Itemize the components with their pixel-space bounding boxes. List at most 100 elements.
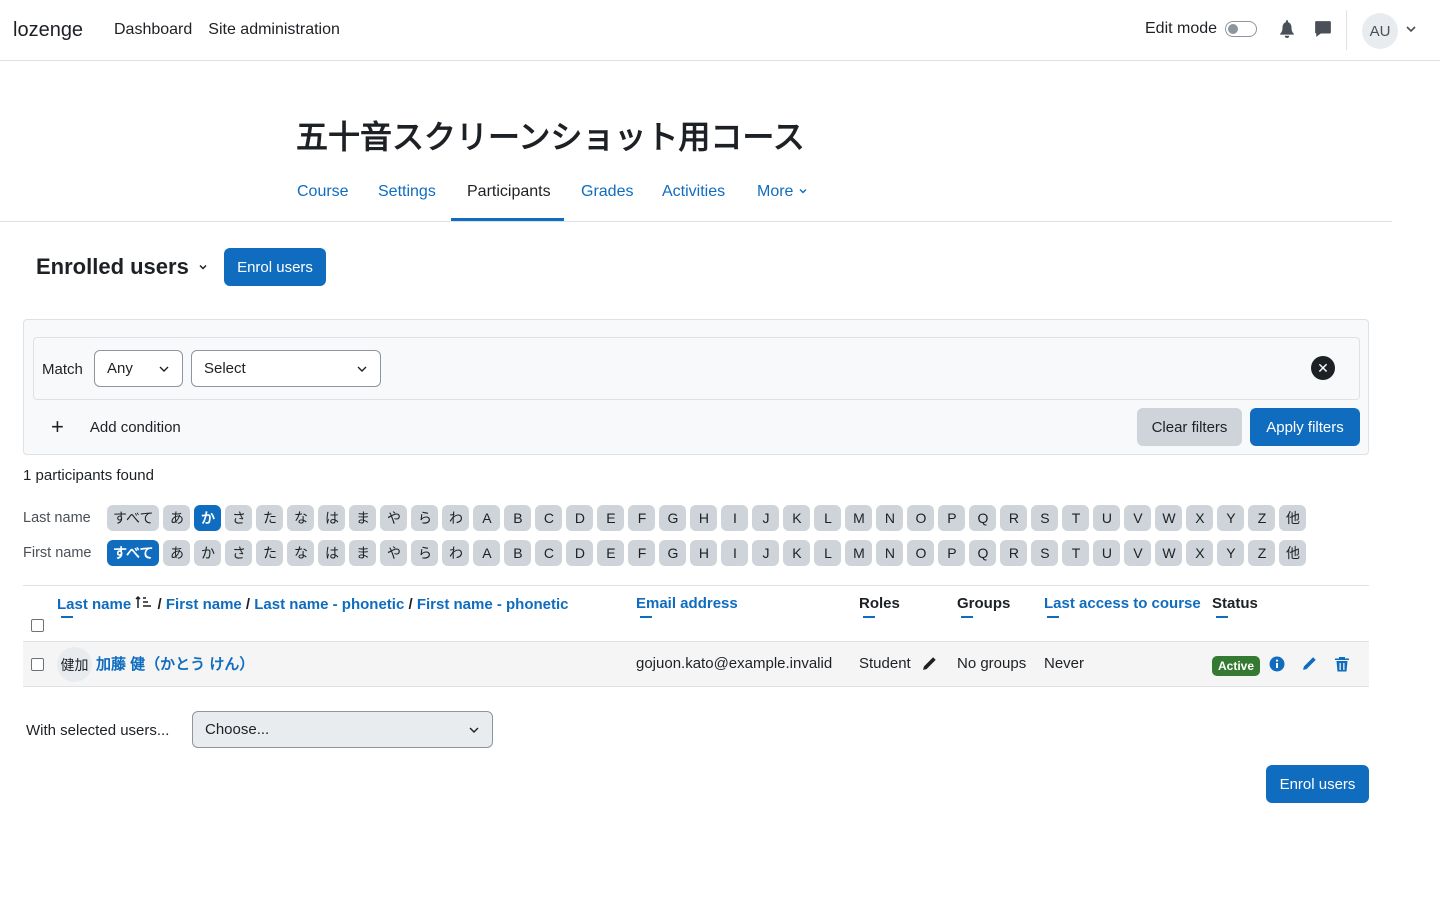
user-avatar-menu[interactable]: AU — [1362, 13, 1398, 49]
nav-dashboard[interactable]: Dashboard — [114, 21, 192, 39]
collapse-column-icon[interactable] — [61, 616, 73, 618]
sort-ascending-icon[interactable] — [135, 595, 153, 609]
first-name-initial-button[interactable]: D — [566, 540, 594, 566]
first-name-initial-button[interactable]: B — [504, 540, 532, 566]
chevron-down-icon[interactable] — [1404, 22, 1418, 36]
clear-filters-button[interactable]: Clear filters — [1137, 408, 1242, 446]
site-brand[interactable]: lozenge — [13, 19, 83, 42]
first-name-initial-button[interactable]: L — [814, 540, 842, 566]
edit-roles-pencil-icon[interactable] — [921, 656, 937, 672]
nav-site-administration[interactable]: Site administration — [208, 21, 340, 39]
sort-first-name[interactable]: First name — [166, 596, 242, 613]
collapse-column-icon[interactable] — [1047, 616, 1059, 618]
sort-last-access[interactable]: Last access to course — [1044, 595, 1201, 612]
sort-first-name-phonetic[interactable]: First name - phonetic — [417, 596, 569, 613]
last-name-initial-button[interactable]: た — [256, 505, 284, 531]
first-name-initial-button[interactable]: K — [783, 540, 811, 566]
last-name-initial-button[interactable]: O — [907, 505, 935, 531]
bell-icon[interactable] — [1278, 20, 1298, 40]
last-name-initial-button[interactable]: な — [287, 505, 315, 531]
enrolled-users-selector[interactable]: Enrolled users — [36, 254, 209, 280]
last-name-initial-button[interactable]: X — [1186, 505, 1214, 531]
first-name-initial-button[interactable]: V — [1124, 540, 1152, 566]
last-name-initial-button[interactable]: T — [1062, 505, 1090, 531]
first-name-initial-button[interactable]: I — [721, 540, 749, 566]
tab-settings[interactable]: Settings — [378, 183, 436, 201]
select-all-checkbox[interactable] — [31, 619, 44, 632]
first-name-initial-button[interactable]: H — [690, 540, 718, 566]
last-name-initial-button[interactable]: D — [566, 505, 594, 531]
info-icon[interactable] — [1269, 656, 1285, 672]
first-name-initial-button[interactable]: Q — [969, 540, 997, 566]
first-name-initial-button[interactable]: N — [876, 540, 904, 566]
first-name-initial-button[interactable]: わ — [442, 540, 470, 566]
tab-activities[interactable]: Activities — [662, 183, 725, 201]
first-name-initial-button[interactable]: ま — [349, 540, 377, 566]
first-name-initial-button[interactable]: C — [535, 540, 563, 566]
first-name-initial-button[interactable]: R — [1000, 540, 1028, 566]
first-name-initial-button[interactable]: J — [752, 540, 780, 566]
last-name-initial-button[interactable]: ま — [349, 505, 377, 531]
first-name-initial-button[interactable]: 他 — [1279, 540, 1307, 566]
first-name-initial-button[interactable]: な — [287, 540, 315, 566]
first-name-initial-button[interactable]: さ — [225, 540, 253, 566]
last-name-initial-button[interactable]: E — [597, 505, 625, 531]
last-name-initial-button[interactable]: は — [318, 505, 346, 531]
first-name-initial-button[interactable]: T — [1062, 540, 1090, 566]
last-name-initial-button[interactable]: B — [504, 505, 532, 531]
collapse-column-icon[interactable] — [1216, 616, 1228, 618]
first-name-initial-button[interactable]: G — [659, 540, 687, 566]
last-name-initial-button[interactable]: Z — [1248, 505, 1276, 531]
collapse-column-icon[interactable] — [863, 616, 875, 618]
row-select-checkbox[interactable] — [31, 658, 44, 671]
last-name-initial-button[interactable]: すべて — [107, 505, 160, 531]
first-name-initial-button[interactable]: あ — [163, 540, 191, 566]
last-name-initial-button[interactable]: N — [876, 505, 904, 531]
first-name-initial-button[interactable]: O — [907, 540, 935, 566]
trash-icon[interactable] — [1334, 656, 1350, 672]
first-name-initial-button[interactable]: M — [845, 540, 873, 566]
last-name-initial-button[interactable]: 他 — [1279, 505, 1307, 531]
first-name-initial-button[interactable]: F — [628, 540, 656, 566]
last-name-initial-button[interactable]: U — [1093, 505, 1121, 531]
sort-email[interactable]: Email address — [636, 595, 738, 612]
last-name-initial-button[interactable]: R — [1000, 505, 1028, 531]
sort-last-name[interactable]: Last name — [57, 596, 131, 613]
apply-filters-button[interactable]: Apply filters — [1250, 408, 1360, 446]
last-name-initial-button[interactable]: P — [938, 505, 966, 531]
first-name-initial-button[interactable]: W — [1155, 540, 1183, 566]
participant-name-link[interactable]: 加藤 健（かとう けん） — [96, 653, 254, 674]
collapse-column-icon[interactable] — [961, 616, 973, 618]
last-name-initial-button[interactable]: J — [752, 505, 780, 531]
enrol-users-button-bottom[interactable]: Enrol users — [1266, 765, 1369, 803]
first-name-initial-button[interactable]: や — [380, 540, 408, 566]
first-name-initial-button[interactable]: X — [1186, 540, 1214, 566]
edit-mode-toggle[interactable] — [1225, 21, 1258, 37]
last-name-initial-button[interactable]: W — [1155, 505, 1183, 531]
first-name-initial-button[interactable]: E — [597, 540, 625, 566]
first-name-initial-button[interactable]: P — [938, 540, 966, 566]
last-name-initial-button[interactable]: H — [690, 505, 718, 531]
first-name-initial-button[interactable]: は — [318, 540, 346, 566]
first-name-initial-button[interactable]: か — [194, 540, 222, 566]
add-condition-button[interactable]: + Add condition — [51, 416, 181, 438]
last-name-initial-button[interactable]: や — [380, 505, 408, 531]
last-name-initial-button[interactable]: S — [1031, 505, 1059, 531]
last-name-initial-button[interactable]: V — [1124, 505, 1152, 531]
match-select[interactable]: Any — [94, 350, 183, 387]
last-name-initial-button[interactable]: Y — [1217, 505, 1245, 531]
last-name-initial-button[interactable]: K — [783, 505, 811, 531]
first-name-initial-button[interactable]: A — [473, 540, 501, 566]
last-name-initial-button[interactable]: Q — [969, 505, 997, 531]
tab-more[interactable]: More — [757, 183, 808, 201]
collapse-column-icon[interactable] — [640, 616, 652, 618]
first-name-initial-button[interactable]: S — [1031, 540, 1059, 566]
first-name-initial-button[interactable]: U — [1093, 540, 1121, 566]
last-name-initial-button[interactable]: C — [535, 505, 563, 531]
last-name-initial-button[interactable]: か — [194, 505, 222, 531]
first-name-initial-button[interactable]: すべて — [107, 540, 160, 566]
last-name-initial-button[interactable]: M — [845, 505, 873, 531]
last-name-initial-button[interactable]: F — [628, 505, 656, 531]
last-name-initial-button[interactable]: L — [814, 505, 842, 531]
sort-last-name-phonetic[interactable]: Last name - phonetic — [254, 596, 404, 613]
